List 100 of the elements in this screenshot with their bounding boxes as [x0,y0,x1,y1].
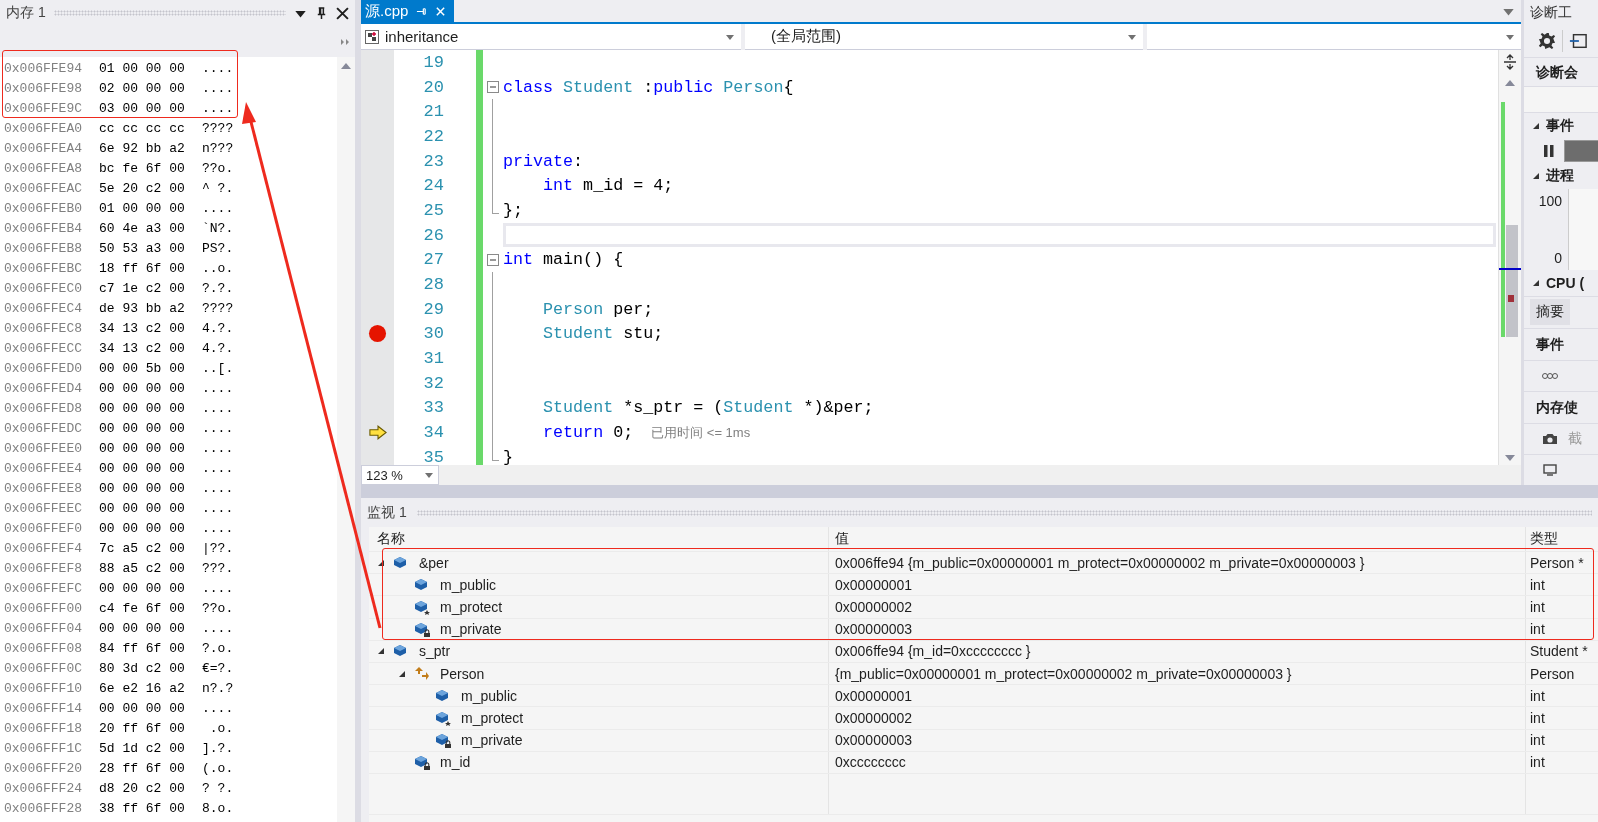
collapse-icon[interactable] [487,253,499,266]
memory-address: 0x006FFE94 [3,60,83,76]
memory-ascii: .... [202,420,234,436]
memory-bytes: bc fe 6f 00 [99,160,186,176]
variable-value: 0x006ffe94 {m_public=0x00000001 m_protect=0x00000002 m_private=0x00000003 } [835,554,1365,571]
collapse-icon[interactable] [487,81,499,94]
memory-address: 0x006FFEF4 [3,540,83,556]
memory-address: 0x006FFF18 [3,720,83,736]
column-header[interactable]: 值 [835,530,849,548]
settings-icon[interactable] [1538,31,1556,50]
variable-value: {m_public=0x00000001 m_protect=0x00000002 m_private=0x00000003 } [835,665,1292,682]
line-number: 30 [422,324,444,344]
memory-address: 0x006FFF20 [3,760,83,776]
memory-address: 0x006FFE98 [3,80,83,96]
memory-address: 0x006FFEBC [3,260,83,276]
cube-lock-icon [414,754,430,771]
memory-bytes: 20 ff 6f 00 [99,720,186,736]
axis-label: 100 [1538,192,1562,209]
code-line: class Student :public Person{ [503,77,794,97]
memory-address: 0x006FFEC8 [3,320,83,336]
section-heading: 进程 [1546,167,1574,186]
column-header[interactable]: 类型 [1530,530,1558,548]
scroll-down-icon[interactable] [1505,455,1515,461]
memory-bytes: 5e 20 c2 00 [99,180,186,196]
tab[interactable]: 摘要 [1530,299,1570,326]
dropdown-value: inheritance [385,28,460,45]
variable-name: s_ptr [419,643,451,660]
scroll-up-icon[interactable] [341,63,351,69]
cube-star-icon [414,598,430,615]
expand-arrow-icon[interactable] [1532,279,1540,288]
memory-ascii: .... [202,60,234,76]
memory-bytes: 01 00 00 00 [99,60,186,76]
line-number: 27 [422,250,444,270]
variable-value: 0x00000003 [835,732,913,749]
variable-type: int [1530,576,1545,593]
monitor-icon[interactable] [1542,463,1558,476]
scroll-up-icon[interactable] [1505,80,1515,86]
memory-bytes: 00 00 00 00 [99,380,186,396]
memory-ascii: 4.?. [202,320,234,336]
line-number: 23 [422,151,444,171]
memory-ascii: ??o. [202,160,234,176]
memory-bytes: 01 00 00 00 [99,200,186,216]
variable-value: 0x00000001 [835,576,913,593]
variable-value: 0x00000003 [835,621,913,638]
line-number: 35 [422,447,444,467]
variable-type: Student * [1530,643,1588,660]
cube-lock-icon [435,732,451,749]
section-heading: 内存使 [1524,390,1598,423]
memory-bytes: c4 fe 6f 00 [99,600,186,616]
memory-address: 0x006FFF28 [3,800,83,816]
memory-bytes: 00 00 00 00 [99,400,186,416]
variable-type: int [1530,621,1545,638]
memory-bytes: 80 3d c2 00 [99,660,186,676]
breakpoint-icon[interactable] [368,324,387,344]
variable-type: int [1530,709,1545,726]
code-line: int m_id = 4; [542,176,674,196]
split-icon[interactable] [1503,54,1517,70]
memory-ascii: €=?. [202,660,234,676]
expand-arrow-icon[interactable] [377,558,385,567]
expand-arrow-icon[interactable] [1532,121,1540,130]
memory-address: 0x006FFEEC [3,500,83,516]
expand-arrow-icon[interactable] [1532,172,1540,181]
variable-type: int [1530,732,1545,749]
events-track [1564,140,1598,163]
memory-bytes: 34 13 c2 00 [99,340,186,356]
expand-arrow-icon[interactable] [377,647,385,656]
memory-ascii: 8.o. [202,800,234,816]
scroll-thumb[interactable] [1506,225,1518,337]
perf-tip[interactable]: 已用时间 <= 1ms [651,423,751,442]
section-heading: 事件 [1546,116,1574,135]
pause-icon[interactable] [1544,145,1554,158]
memory-ascii: .o. [208,720,234,736]
zoom-dropdown[interactable]: 123 % [361,465,439,485]
close-icon[interactable] [336,6,349,20]
expand-arrow-icon[interactable] [398,669,406,678]
code-line: Student *s_ptr = (Student *)&per; [542,398,874,418]
camera-icon[interactable] [1542,432,1558,445]
overflow-icon[interactable] [341,38,349,45]
memory-address: 0x006FFEA0 [3,120,83,136]
memory-address: 0x006FFEE8 [3,480,83,496]
project-dropdown[interactable]: inheritance [361,24,741,50]
memory-bytes: 00 00 00 00 [99,580,186,596]
scope-dropdown[interactable]: (全局范围) [745,24,1143,50]
variable-name: Person [440,665,485,682]
pin-icon[interactable] [315,6,328,20]
horizontal-scrollbar[interactable] [439,465,1521,485]
scrollbar[interactable] [337,57,355,822]
memory-ascii: ..[. [202,360,234,376]
memory-bytes: 84 ff 6f 00 [99,640,186,656]
memory-address: 0x006FFEDC [3,420,83,436]
memory-ascii: .... [202,400,234,416]
axis-label: 0 [1554,250,1562,267]
memory-ascii: ?.o. [202,640,234,656]
export-icon[interactable] [1569,31,1587,50]
base-class-icon [414,665,430,682]
memory-bytes: 7c a5 c2 00 [99,540,186,556]
column-header[interactable]: 名称 [377,530,405,548]
memory-bytes: 6e 92 bb a2 [99,140,186,156]
memory-ascii: .... [202,460,234,476]
memory-address: 0x006FFEB8 [3,240,83,256]
